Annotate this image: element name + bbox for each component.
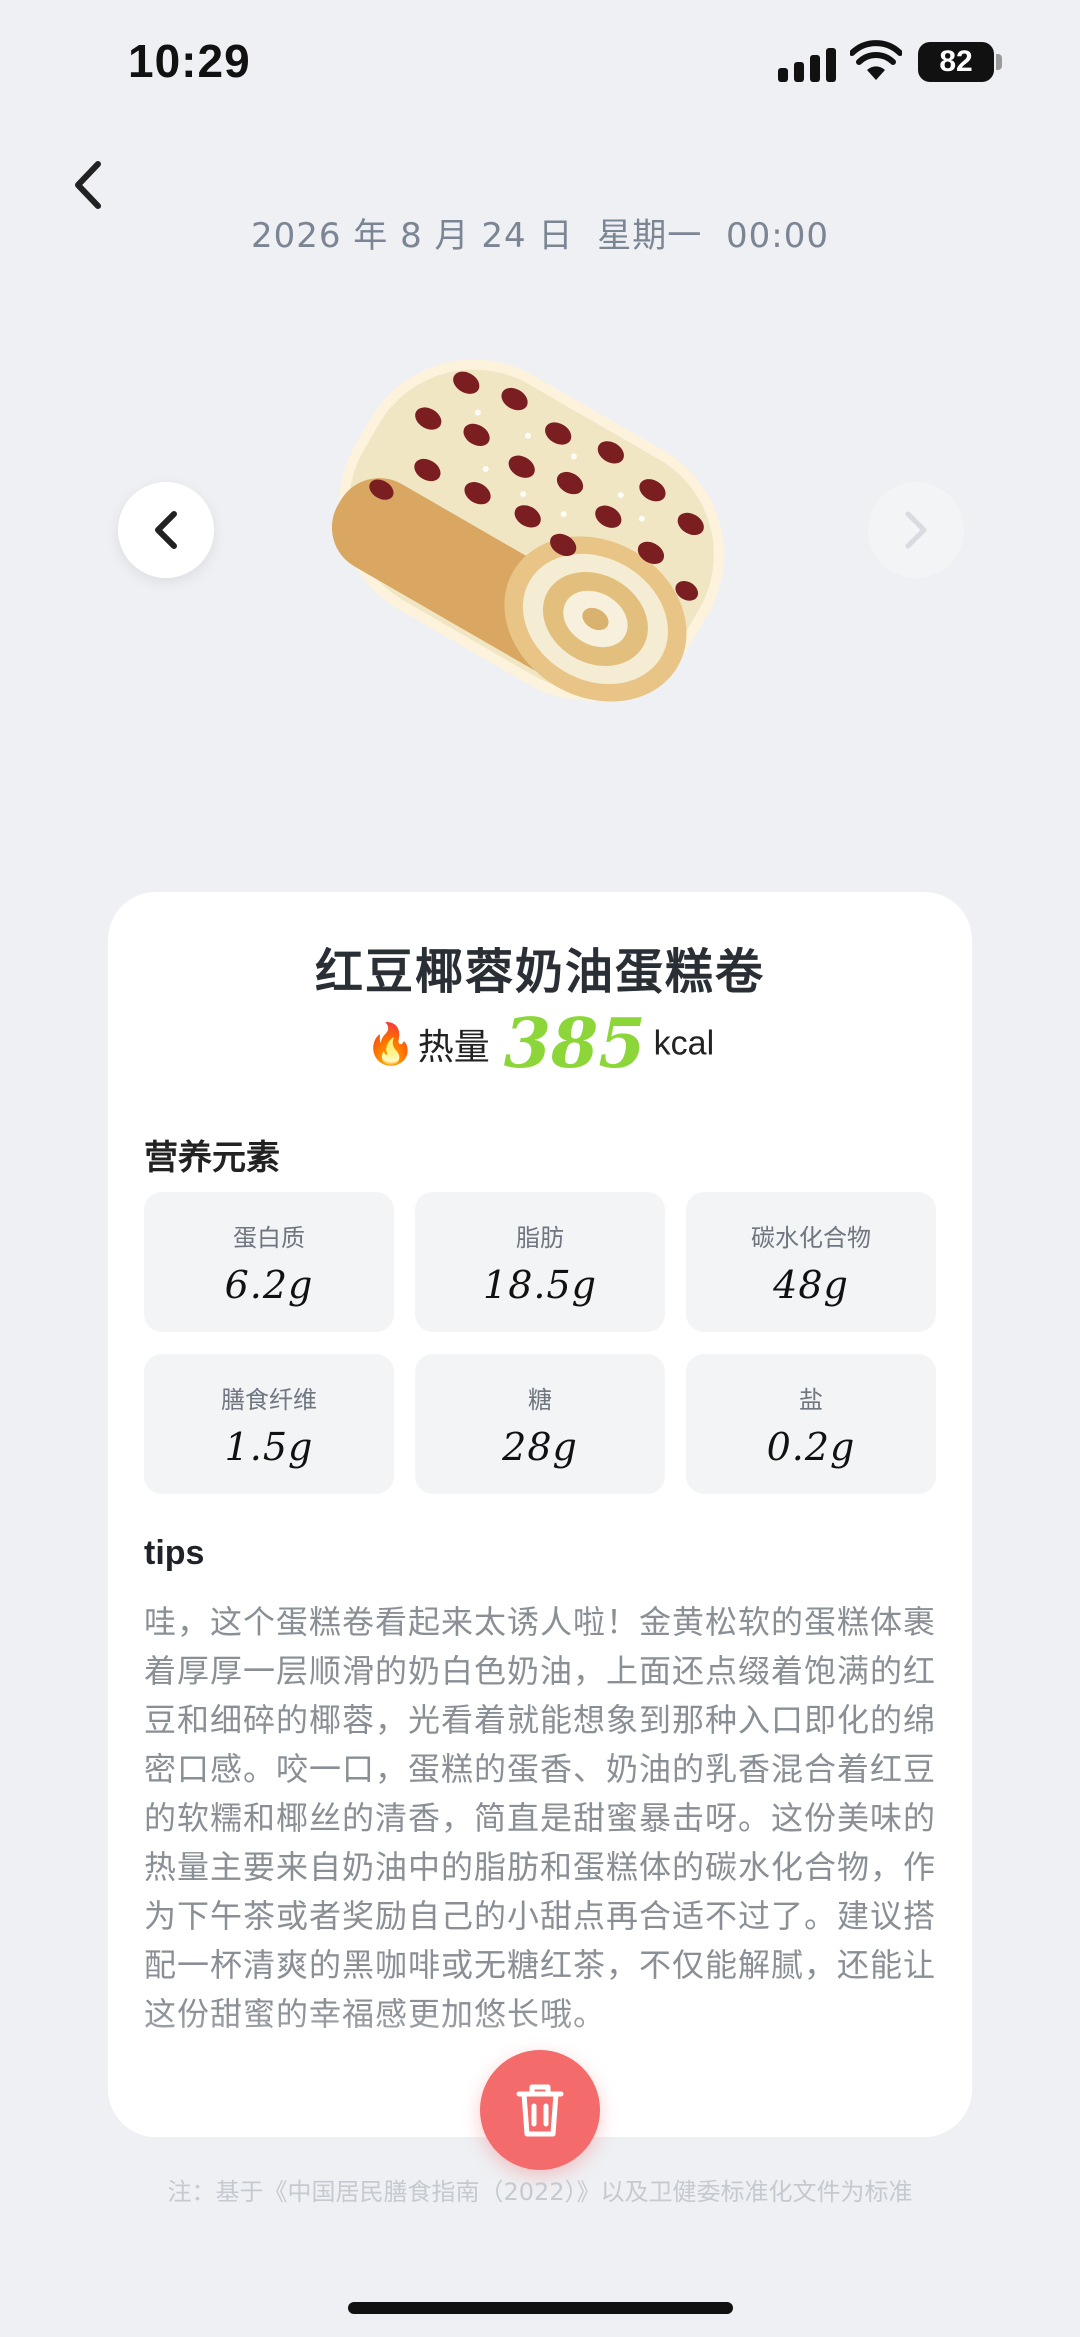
footnote: 注：基于《中国居民膳食指南（2022）》以及卫健委标准化文件为标准	[167, 2178, 913, 2206]
nutrient-value: 0.2g	[766, 1425, 856, 1469]
nutrient-fat: 脂肪 18.5g	[415, 1192, 665, 1332]
nutrient-sugar: 糖 28g	[415, 1354, 665, 1494]
chevron-right-icon	[905, 511, 927, 549]
nutrient-name: 蛋白质	[233, 1224, 305, 1252]
status-bar: 10:29 82	[0, 0, 1080, 130]
calorie-label: 热量	[417, 1027, 490, 1068]
nutrient-value: 6.2g	[224, 1263, 314, 1307]
fire-icon: 🔥	[365, 1021, 416, 1068]
calorie-row: 🔥热量 385 kcal	[108, 1004, 972, 1084]
previous-record-button[interactable]	[118, 482, 214, 578]
calorie-unit: kcal	[653, 1024, 715, 1063]
nutrient-carbs: 碳水化合物 48g	[686, 1192, 936, 1332]
nutrient-fiber: 膳食纤维 1.5g	[144, 1354, 394, 1494]
home-indicator[interactable]	[348, 2302, 733, 2314]
nutrient-protein: 蛋白质 6.2g	[144, 1192, 394, 1332]
food-title: 红豆椰蓉奶油蛋糕卷	[314, 944, 765, 1000]
battery-icon: 82	[918, 42, 994, 82]
trash-icon	[516, 2084, 564, 2137]
nutrient-value: 48g	[773, 1263, 849, 1307]
record-weekday: 星期一	[597, 216, 703, 256]
nutrient-name: 糖	[528, 1386, 552, 1414]
food-detail-card: 红豆椰蓉奶油蛋糕卷 🔥热量 385 kcal 营养元素 蛋白质 6.2g 脂肪 18…	[108, 892, 972, 2137]
cellular-signal-icon	[778, 46, 836, 82]
food-photo	[331, 359, 724, 702]
delete-button[interactable]	[480, 2050, 600, 2170]
status-time: 10:29	[128, 35, 251, 87]
wifi-icon	[850, 40, 902, 80]
next-record-button[interactable]	[868, 482, 964, 578]
calorie-value: 385	[503, 1004, 646, 1084]
nutrient-name: 膳食纤维	[221, 1386, 317, 1414]
nutrient-name: 盐	[799, 1386, 823, 1414]
chevron-left-icon	[155, 511, 177, 549]
nutrient-salt: 盐 0.2g	[686, 1354, 936, 1494]
tips-text: 哇，这个蛋糕卷看起来太诱人啦！金黄松软的蛋糕体裹着厚厚一层顺滑的奶白色奶油，上面…	[144, 1603, 937, 2033]
record-datetime: 2026 年 8 月 24 日 星期一 00:00	[0, 208, 1080, 257]
tips-label: tips	[144, 1534, 205, 1572]
nutrition-grid: 蛋白质 6.2g 脂肪 18.5g 碳水化合物 48g 膳食纤维 1.5g 糖 …	[144, 1192, 936, 1494]
battery-cap	[996, 54, 1002, 70]
nutrient-name: 碳水化合物	[751, 1224, 871, 1252]
record-time: 00:00	[726, 216, 830, 256]
nutrient-name: 脂肪	[516, 1224, 564, 1252]
nutrition-section-label: 营养元素	[144, 1138, 280, 1178]
record-date: 2026 年 8 月 24 日	[250, 216, 574, 256]
nutrient-value: 18.5g	[483, 1263, 597, 1307]
nutrient-value: 1.5g	[224, 1425, 314, 1469]
nutrient-value: 28g	[502, 1425, 578, 1469]
